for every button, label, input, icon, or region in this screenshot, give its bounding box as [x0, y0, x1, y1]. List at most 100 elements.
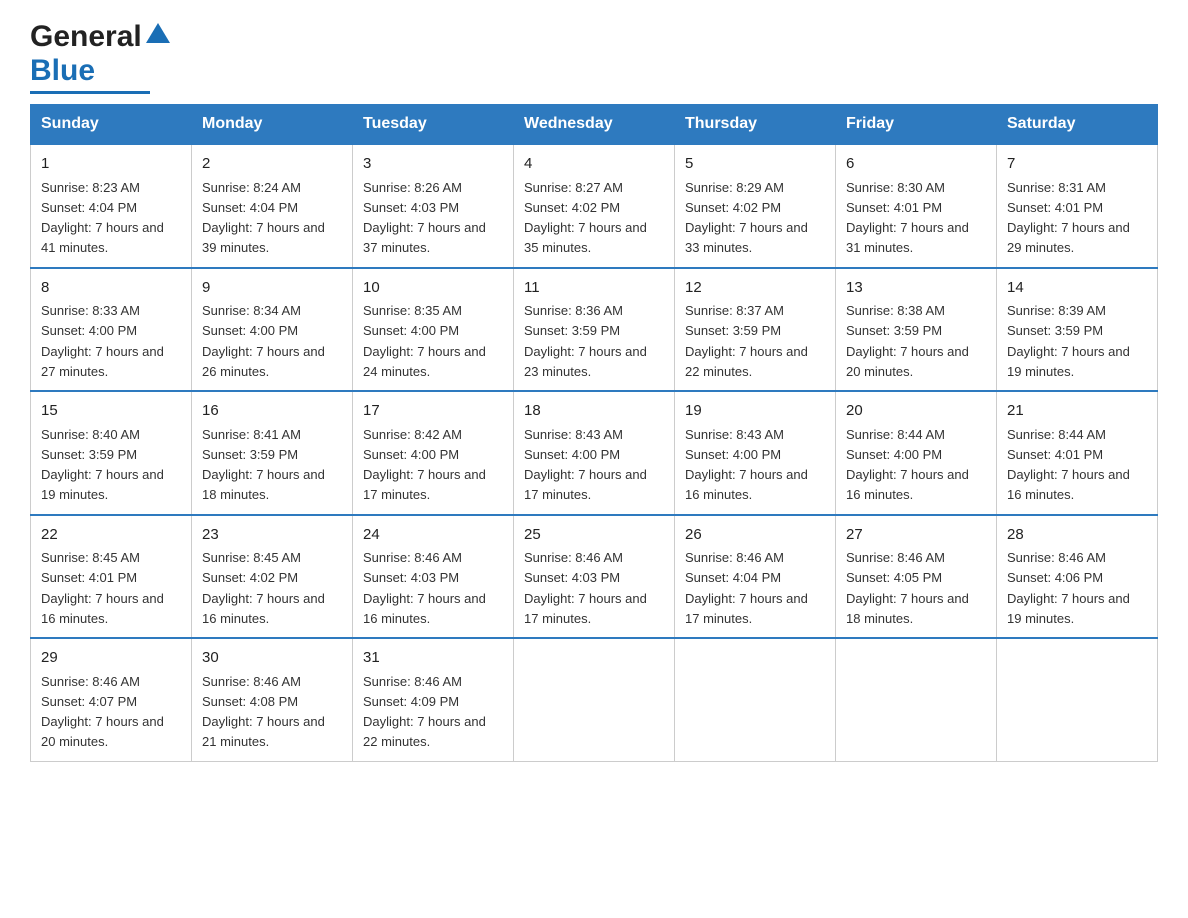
calendar-week-row: 8 Sunrise: 8:33 AM Sunset: 4:00 PM Dayli…: [31, 268, 1158, 392]
day-sunrise: Sunrise: 8:38 AM: [846, 303, 945, 318]
day-sunrise: Sunrise: 8:44 AM: [1007, 427, 1106, 442]
day-daylight: Daylight: 7 hours and 19 minutes.: [41, 467, 164, 502]
day-daylight: Daylight: 7 hours and 21 minutes.: [202, 714, 325, 749]
day-header-monday: Monday: [192, 105, 353, 145]
day-number: 26: [685, 524, 825, 547]
day-sunrise: Sunrise: 8:44 AM: [846, 427, 945, 442]
day-sunrise: Sunrise: 8:46 AM: [41, 674, 140, 689]
calendar-table: SundayMondayTuesdayWednesdayThursdayFrid…: [30, 104, 1158, 762]
calendar-cell: 3 Sunrise: 8:26 AM Sunset: 4:03 PM Dayli…: [353, 144, 514, 268]
calendar-cell: 15 Sunrise: 8:40 AM Sunset: 3:59 PM Dayl…: [31, 391, 192, 515]
day-header-wednesday: Wednesday: [514, 105, 675, 145]
day-daylight: Daylight: 7 hours and 31 minutes.: [846, 220, 969, 255]
calendar-cell: [997, 638, 1158, 761]
calendar-cell: 4 Sunrise: 8:27 AM Sunset: 4:02 PM Dayli…: [514, 144, 675, 268]
day-header-sunday: Sunday: [31, 105, 192, 145]
day-number: 24: [363, 524, 503, 547]
calendar-cell: 31 Sunrise: 8:46 AM Sunset: 4:09 PM Dayl…: [353, 638, 514, 761]
day-sunset: Sunset: 4:00 PM: [41, 323, 137, 338]
day-sunset: Sunset: 3:59 PM: [524, 323, 620, 338]
day-number: 31: [363, 647, 503, 670]
day-number: 11: [524, 277, 664, 300]
day-sunset: Sunset: 4:04 PM: [685, 570, 781, 585]
day-sunset: Sunset: 4:03 PM: [524, 570, 620, 585]
day-daylight: Daylight: 7 hours and 22 minutes.: [363, 714, 486, 749]
day-daylight: Daylight: 7 hours and 26 minutes.: [202, 344, 325, 379]
day-sunrise: Sunrise: 8:42 AM: [363, 427, 462, 442]
day-daylight: Daylight: 7 hours and 20 minutes.: [41, 714, 164, 749]
day-sunrise: Sunrise: 8:46 AM: [524, 550, 623, 565]
day-daylight: Daylight: 7 hours and 35 minutes.: [524, 220, 647, 255]
day-number: 10: [363, 277, 503, 300]
calendar-cell: 24 Sunrise: 8:46 AM Sunset: 4:03 PM Dayl…: [353, 515, 514, 639]
day-sunrise: Sunrise: 8:35 AM: [363, 303, 462, 318]
calendar-cell: 14 Sunrise: 8:39 AM Sunset: 3:59 PM Dayl…: [997, 268, 1158, 392]
day-sunset: Sunset: 4:01 PM: [846, 200, 942, 215]
day-sunrise: Sunrise: 8:43 AM: [524, 427, 623, 442]
day-daylight: Daylight: 7 hours and 39 minutes.: [202, 220, 325, 255]
day-number: 17: [363, 400, 503, 423]
day-daylight: Daylight: 7 hours and 17 minutes.: [685, 591, 808, 626]
calendar-week-row: 29 Sunrise: 8:46 AM Sunset: 4:07 PM Dayl…: [31, 638, 1158, 761]
day-number: 12: [685, 277, 825, 300]
day-daylight: Daylight: 7 hours and 18 minutes.: [202, 467, 325, 502]
day-sunset: Sunset: 4:09 PM: [363, 694, 459, 709]
calendar-cell: 5 Sunrise: 8:29 AM Sunset: 4:02 PM Dayli…: [675, 144, 836, 268]
calendar-cell: 25 Sunrise: 8:46 AM Sunset: 4:03 PM Dayl…: [514, 515, 675, 639]
calendar-cell: 11 Sunrise: 8:36 AM Sunset: 3:59 PM Dayl…: [514, 268, 675, 392]
day-sunset: Sunset: 3:59 PM: [1007, 323, 1103, 338]
day-daylight: Daylight: 7 hours and 20 minutes.: [846, 344, 969, 379]
calendar-cell: 9 Sunrise: 8:34 AM Sunset: 4:00 PM Dayli…: [192, 268, 353, 392]
day-sunset: Sunset: 4:02 PM: [685, 200, 781, 215]
calendar-cell: 6 Sunrise: 8:30 AM Sunset: 4:01 PM Dayli…: [836, 144, 997, 268]
day-daylight: Daylight: 7 hours and 22 minutes.: [685, 344, 808, 379]
day-number: 27: [846, 524, 986, 547]
day-sunset: Sunset: 3:59 PM: [685, 323, 781, 338]
calendar-week-row: 15 Sunrise: 8:40 AM Sunset: 3:59 PM Dayl…: [31, 391, 1158, 515]
logo-triangle-icon: [144, 21, 172, 49]
day-sunset: Sunset: 4:00 PM: [363, 447, 459, 462]
day-sunrise: Sunrise: 8:41 AM: [202, 427, 301, 442]
day-sunrise: Sunrise: 8:46 AM: [363, 550, 462, 565]
day-sunset: Sunset: 3:59 PM: [202, 447, 298, 462]
day-number: 23: [202, 524, 342, 547]
day-sunset: Sunset: 4:00 PM: [685, 447, 781, 462]
day-number: 25: [524, 524, 664, 547]
day-sunset: Sunset: 4:01 PM: [1007, 447, 1103, 462]
day-sunset: Sunset: 4:03 PM: [363, 200, 459, 215]
day-sunrise: Sunrise: 8:46 AM: [202, 674, 301, 689]
day-daylight: Daylight: 7 hours and 16 minutes.: [685, 467, 808, 502]
day-sunrise: Sunrise: 8:37 AM: [685, 303, 784, 318]
day-daylight: Daylight: 7 hours and 16 minutes.: [1007, 467, 1130, 502]
day-daylight: Daylight: 7 hours and 17 minutes.: [524, 591, 647, 626]
calendar-cell: 28 Sunrise: 8:46 AM Sunset: 4:06 PM Dayl…: [997, 515, 1158, 639]
logo: General Blue: [30, 20, 172, 94]
day-sunset: Sunset: 3:59 PM: [846, 323, 942, 338]
calendar-cell: 16 Sunrise: 8:41 AM Sunset: 3:59 PM Dayl…: [192, 391, 353, 515]
day-sunrise: Sunrise: 8:45 AM: [41, 550, 140, 565]
day-number: 4: [524, 153, 664, 176]
day-number: 29: [41, 647, 181, 670]
day-header-tuesday: Tuesday: [353, 105, 514, 145]
calendar-cell: 26 Sunrise: 8:46 AM Sunset: 4:04 PM Dayl…: [675, 515, 836, 639]
day-sunrise: Sunrise: 8:45 AM: [202, 550, 301, 565]
day-sunset: Sunset: 4:01 PM: [1007, 200, 1103, 215]
day-daylight: Daylight: 7 hours and 27 minutes.: [41, 344, 164, 379]
day-sunset: Sunset: 4:02 PM: [524, 200, 620, 215]
logo-underline: [30, 91, 150, 94]
day-number: 28: [1007, 524, 1147, 547]
day-sunset: Sunset: 3:59 PM: [41, 447, 137, 462]
calendar-cell: 27 Sunrise: 8:46 AM Sunset: 4:05 PM Dayl…: [836, 515, 997, 639]
day-number: 9: [202, 277, 342, 300]
day-sunset: Sunset: 4:00 PM: [363, 323, 459, 338]
calendar-cell: 21 Sunrise: 8:44 AM Sunset: 4:01 PM Dayl…: [997, 391, 1158, 515]
day-sunrise: Sunrise: 8:36 AM: [524, 303, 623, 318]
day-number: 20: [846, 400, 986, 423]
calendar-cell: 12 Sunrise: 8:37 AM Sunset: 3:59 PM Dayl…: [675, 268, 836, 392]
day-number: 18: [524, 400, 664, 423]
day-sunset: Sunset: 4:03 PM: [363, 570, 459, 585]
calendar-cell: 30 Sunrise: 8:46 AM Sunset: 4:08 PM Dayl…: [192, 638, 353, 761]
calendar-week-row: 1 Sunrise: 8:23 AM Sunset: 4:04 PM Dayli…: [31, 144, 1158, 268]
page-header: General Blue: [30, 20, 1158, 94]
calendar-cell: 22 Sunrise: 8:45 AM Sunset: 4:01 PM Dayl…: [31, 515, 192, 639]
